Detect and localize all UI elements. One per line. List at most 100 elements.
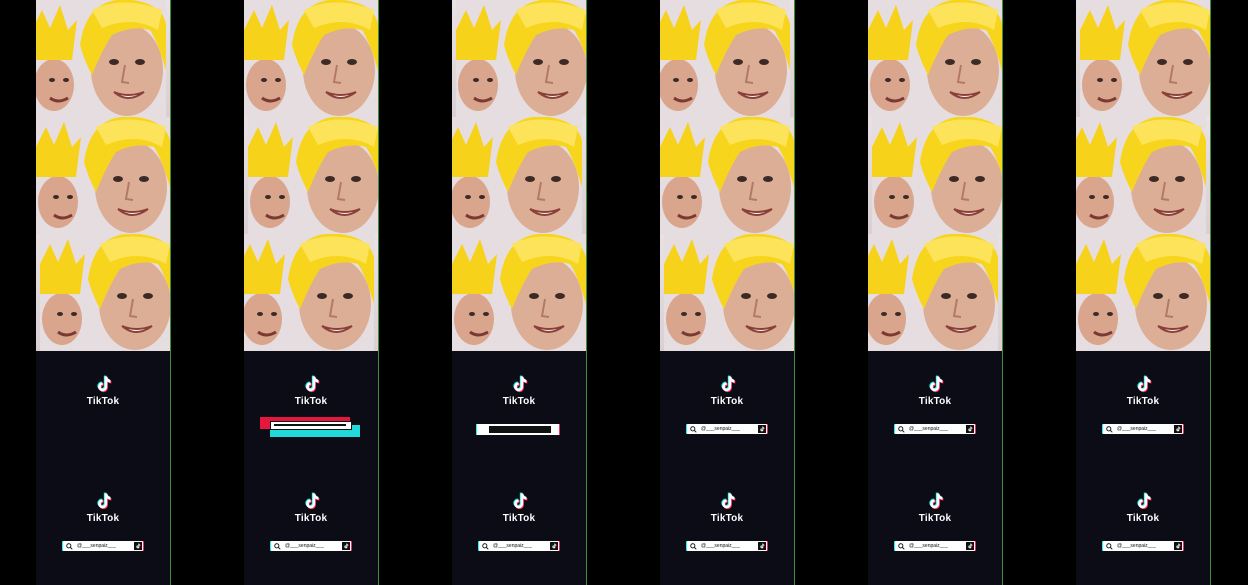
search-icon [482,543,489,550]
tiktok-logo: TikTok [1076,491,1210,524]
search-handle-bar: @___senpaiz___ [479,541,559,551]
glitch-bar [270,421,352,430]
tiktok-note-icon [301,491,321,511]
search-bar-loading [477,424,559,435]
tiktok-note-icon [1133,374,1153,394]
tiktok-note-icon [966,542,974,550]
tiktok-wordmark: TikTok [294,513,328,524]
tiktok-note-icon [758,425,766,433]
search-handle-bar: @___senpaiz___ [687,424,767,434]
search-handle-text: @___senpaiz___ [701,543,740,549]
tiktok-note-icon [509,374,529,394]
tiktok-note-icon [93,491,113,511]
tiktok-note-icon [301,374,321,394]
search-handle-text: @___senpaiz___ [701,426,740,432]
tiktok-logo: TikTok [244,491,378,524]
video-frame-thumbnail [660,234,794,351]
search-handle-bar: @___senpaiz___ [687,541,767,551]
search-handle-bar: @___senpaiz___ [895,424,975,434]
glitch-bar-fill [274,424,346,426]
search-handle-bar: @___senpaiz___ [895,541,975,551]
tiktok-note-icon [1133,491,1153,511]
search-handle-text: @___senpaiz___ [77,543,116,549]
video-frame-thumbnail [36,234,170,351]
tiktok-note-icon [550,542,558,550]
tiktok-wordmark: TikTok [86,396,120,407]
video-frame-thumbnail [1076,117,1210,234]
video-frame-thumbnail [868,117,1002,234]
video-frame-thumbnail [1076,0,1210,117]
tiktok-logo: TikTok [660,491,794,524]
tiktok-wordmark: TikTok [294,396,328,407]
tiktok-logo: TikTok [660,374,794,407]
search-handle-text: @___senpaiz___ [909,543,948,549]
tiktok-note-icon [93,374,113,394]
tiktok-logo: TikTok [868,491,1002,524]
tiktok-wordmark: TikTok [1126,513,1160,524]
search-handle-bar: @___senpaiz___ [1103,424,1183,434]
search-icon [1106,426,1113,433]
search-handle-text: @___senpaiz___ [909,426,948,432]
tiktok-note-icon [134,542,142,550]
search-handle-bar: @___senpaiz___ [271,541,351,551]
search-handle-bar: @___senpaiz___ [63,541,143,551]
search-handle-text: @___senpaiz___ [1117,543,1156,549]
tiktok-note-icon [1174,425,1182,433]
tiktok-wordmark: TikTok [710,513,744,524]
tiktok-logo: TikTok [452,491,586,524]
search-bar-loading-fill [489,426,551,433]
video-frame-thumbnail [452,234,586,351]
tiktok-wordmark: TikTok [1126,396,1160,407]
video-strip: TikTok TikTok @___senpaiz___ [244,0,379,585]
video-strip: TikTok TikTok @___senpaiz___ [36,0,171,585]
glitch-transition-bar [260,417,364,437]
video-frame-thumbnail [36,0,170,117]
search-icon [274,543,281,550]
search-handle-text: @___senpaiz___ [285,543,324,549]
search-icon [1106,543,1113,550]
search-handle-bar: @___senpaiz___ [1103,541,1183,551]
tiktok-wordmark: TikTok [710,396,744,407]
tiktok-note-icon [1174,542,1182,550]
video-strip: TikTok TikTok @___senpaiz___ [452,0,587,585]
tiktok-note-icon [717,491,737,511]
tiktok-note-icon [758,542,766,550]
tiktok-note-icon [925,491,945,511]
video-frame-thumbnail [660,117,794,234]
tiktok-note-icon [342,542,350,550]
search-handle-text: @___senpaiz___ [493,543,532,549]
video-frame-thumbnail [244,234,378,351]
tiktok-note-icon [509,491,529,511]
search-icon [898,543,905,550]
video-frame-thumbnail [868,0,1002,117]
video-frame-thumbnail [244,0,378,117]
video-frame-thumbnail [244,117,378,234]
tiktok-wordmark: TikTok [502,396,536,407]
tiktok-note-icon [717,374,737,394]
tiktok-note-icon [966,425,974,433]
search-handle-text: @___senpaiz___ [1117,426,1156,432]
video-strip: TikTok @___senpaiz___ TikTok @___senpaiz… [660,0,795,585]
tiktok-logo: TikTok [36,491,170,524]
video-strip: TikTok @___senpaiz___ TikTok @___senpaiz… [1076,0,1211,585]
video-frame-thumbnail [660,0,794,117]
tiktok-wordmark: TikTok [918,396,952,407]
tiktok-logo: TikTok [452,374,586,407]
video-frame-thumbnail [452,117,586,234]
tiktok-logo: TikTok [244,374,378,407]
search-icon [66,543,73,550]
tiktok-wordmark: TikTok [86,513,120,524]
tiktok-wordmark: TikTok [918,513,952,524]
search-icon [898,426,905,433]
tiktok-wordmark: TikTok [502,513,536,524]
video-frame-thumbnail [36,117,170,234]
tiktok-note-icon [925,374,945,394]
tiktok-logo: TikTok [36,374,170,407]
search-icon [690,426,697,433]
video-strip: TikTok @___senpaiz___ TikTok @___senpaiz… [868,0,1003,585]
search-icon [690,543,697,550]
video-frame-thumbnail [868,234,1002,351]
tiktok-logo: TikTok [1076,374,1210,407]
tiktok-logo: TikTok [868,374,1002,407]
video-frame-thumbnail [1076,234,1210,351]
